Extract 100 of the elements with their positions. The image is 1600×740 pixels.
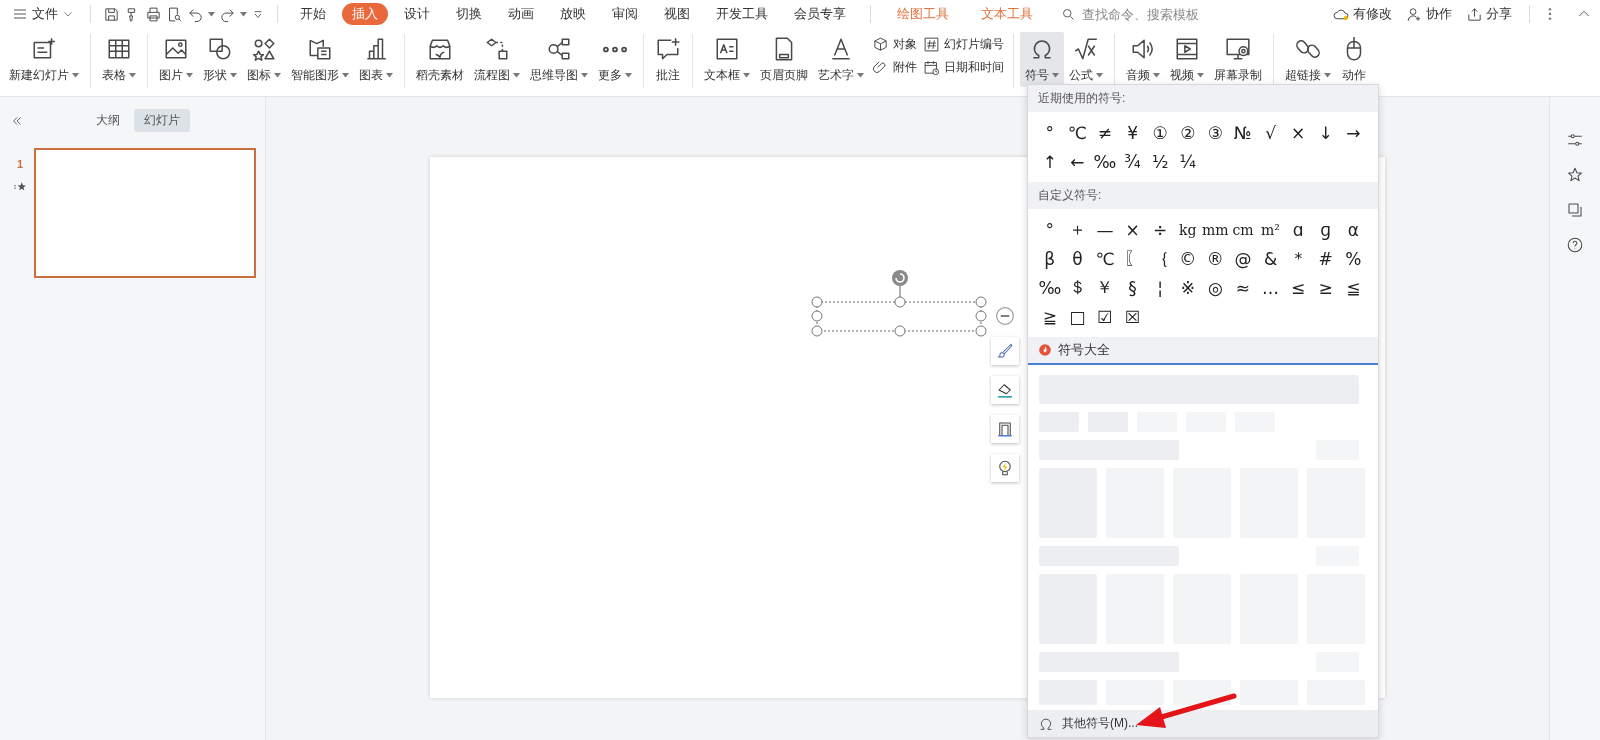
ribbon-small-button[interactable]: 附件: [872, 59, 917, 76]
panel-tab[interactable]: 幻灯片: [134, 109, 190, 132]
symbol-button[interactable]: %: [1339, 244, 1368, 273]
ribbon-small-button[interactable]: 日期和时间: [923, 59, 1004, 76]
symbol-button[interactable]: α: [1339, 215, 1368, 244]
ribbon-button[interactable]: 稻壳素材: [411, 32, 469, 87]
symbol-button[interactable]: ①: [1146, 118, 1174, 147]
ribbon-tab[interactable]: 动画: [498, 3, 544, 25]
symbol-button[interactable]: ®: [1201, 244, 1230, 273]
symbol-button[interactable]: ɑ: [1284, 215, 1312, 244]
symbol-button[interactable]: ×: [1284, 118, 1312, 147]
ribbon-small-button[interactable]: 对象: [872, 36, 917, 53]
symbol-button[interactable]: №: [1229, 118, 1257, 147]
symbol-button[interactable]: ※: [1173, 273, 1202, 302]
symbol-button[interactable]: m²: [1256, 215, 1285, 244]
symbol-button[interactable]: ×: [1118, 215, 1147, 244]
changes-status-button[interactable]: 有修改: [1328, 3, 1397, 25]
symbol-button[interactable]: ÷: [1146, 215, 1174, 244]
smart-suggest-button[interactable]: [991, 454, 1019, 482]
ribbon-button[interactable]: 图片: [154, 32, 198, 87]
symbol-button[interactable]: @: [1229, 244, 1257, 273]
symbol-button[interactable]: ≧: [1036, 302, 1064, 331]
symbol-button[interactable]: ｛: [1146, 244, 1174, 273]
ribbon-tab[interactable]: 切换: [446, 3, 492, 25]
share-button[interactable]: 分享: [1461, 3, 1517, 25]
symbol-button[interactable]: ③: [1201, 118, 1230, 147]
symbol-button[interactable]: β: [1036, 244, 1064, 273]
symbol-button[interactable]: ℃: [1091, 244, 1119, 273]
symbol-button[interactable]: ¦: [1146, 273, 1174, 302]
ribbon-button[interactable]: 文本框: [699, 32, 755, 87]
ribbon-button[interactable]: 流程图: [469, 32, 525, 87]
symbol-button[interactable]: ½: [1146, 147, 1174, 176]
symbol-button[interactable]: ©: [1173, 244, 1202, 273]
symbol-button[interactable]: ‰: [1091, 147, 1119, 176]
symbol-button[interactable]: √: [1256, 118, 1285, 147]
symbol-button[interactable]: ←: [1063, 147, 1092, 176]
symbol-button[interactable]: →: [1339, 118, 1368, 147]
search-field[interactable]: 查找命令、搜索模板: [1061, 5, 1221, 23]
ribbon-button[interactable]: 形状: [198, 32, 242, 87]
symbol-button[interactable]: ¾: [1118, 147, 1147, 176]
slide-thumbnail[interactable]: [34, 148, 256, 278]
symbol-button[interactable]: cm: [1229, 215, 1257, 244]
ribbon-button[interactable]: 页眉页脚: [755, 32, 813, 87]
ribbon-button[interactable]: 视频: [1165, 32, 1209, 87]
ribbon-tab[interactable]: 放映: [550, 3, 596, 25]
symbol-button[interactable]: ☒: [1118, 302, 1147, 331]
ribbon-tab[interactable]: 审阅: [602, 3, 648, 25]
ribbon-tab[interactable]: 设计: [394, 3, 440, 25]
symbol-button[interactable]: ↑: [1036, 147, 1064, 176]
ribbon-button[interactable]: 符号: [1020, 32, 1064, 87]
ribbon-button[interactable]: 图表: [354, 32, 398, 87]
symbol-button[interactable]: …: [1256, 273, 1285, 302]
symbol-button[interactable]: ≥: [1311, 273, 1340, 302]
pen-style-button[interactable]: [991, 337, 1019, 365]
ribbon-button[interactable]: 更多: [593, 32, 637, 87]
symbol-button[interactable]: kg: [1173, 215, 1202, 244]
ribbon-tab[interactable]: 开发工具: [706, 3, 778, 25]
symbol-button[interactable]: ＄: [1063, 273, 1092, 302]
ribbon-button[interactable]: 艺术字: [813, 32, 869, 87]
ribbon-button[interactable]: 公式: [1064, 32, 1108, 87]
ribbon-button[interactable]: 表格: [97, 32, 141, 87]
symbol-button[interactable]: ‰: [1036, 273, 1064, 302]
outline-button[interactable]: [991, 415, 1019, 443]
symbol-button[interactable]: ＊: [1284, 244, 1312, 273]
ribbon-button[interactable]: 屏幕录制: [1209, 32, 1267, 87]
symbol-button[interactable]: —: [1091, 215, 1119, 244]
symbol-button[interactable]: ≠: [1091, 118, 1119, 147]
ribbon-button[interactable]: 超链接: [1280, 32, 1336, 87]
symbol-button[interactable]: ￥: [1091, 273, 1119, 302]
ribbon-button[interactable]: 音频: [1121, 32, 1165, 87]
symbol-button[interactable]: ☑: [1091, 302, 1119, 331]
ribbon-tab[interactable]: 会员专享: [784, 3, 856, 25]
more-symbols-button[interactable]: 其他符号(M)...: [1028, 710, 1378, 737]
panel-tab[interactable]: 大纲: [86, 109, 130, 132]
symbol-button[interactable]: θ: [1063, 244, 1092, 273]
ribbon-button[interactable]: 思维导图: [525, 32, 593, 87]
fill-button[interactable]: [991, 376, 1019, 404]
symbol-button[interactable]: ≤: [1284, 273, 1312, 302]
ribbon-small-button[interactable]: 幻灯片编号: [923, 36, 1004, 53]
ribbon-button[interactable]: 动作: [1336, 32, 1372, 87]
symbol-button[interactable]: °: [1036, 118, 1064, 147]
symbol-button[interactable]: □: [1063, 302, 1092, 331]
symbol-button[interactable]: 〖: [1118, 244, 1147, 273]
symbol-button[interactable]: ¥: [1118, 118, 1147, 147]
symbol-button[interactable]: ②: [1173, 118, 1202, 147]
file-menu-button[interactable]: 文件: [8, 3, 78, 25]
symbol-button[interactable]: ◎: [1201, 273, 1230, 302]
ribbon-tab[interactable]: 视图: [654, 3, 700, 25]
ribbon-button[interactable]: 批注: [650, 32, 686, 87]
symbol-button[interactable]: ℃: [1063, 118, 1092, 147]
symbol-button[interactable]: ≦: [1339, 273, 1368, 302]
ribbon-button[interactable]: 新建幻灯片: [4, 32, 84, 87]
symbol-button[interactable]: ≈: [1229, 273, 1257, 302]
symbol-button[interactable]: ＋: [1063, 215, 1092, 244]
symbol-button[interactable]: §: [1118, 273, 1147, 302]
symbol-button[interactable]: ↓: [1311, 118, 1340, 147]
ribbon-button[interactable]: 智能图形: [286, 32, 354, 87]
collaborate-button[interactable]: 协作: [1401, 3, 1457, 25]
symbol-button[interactable]: mm: [1201, 215, 1230, 244]
symbol-button[interactable]: &: [1256, 244, 1285, 273]
